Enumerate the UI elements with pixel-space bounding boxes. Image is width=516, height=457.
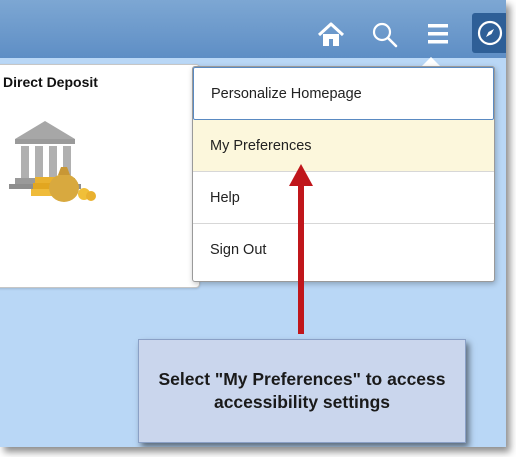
home-icon — [317, 22, 345, 46]
annotation-arrow — [289, 164, 313, 334]
app-window: Direct Deposit Personalize Homepage My P… — [0, 0, 506, 447]
actions-menu-button[interactable] — [424, 20, 454, 50]
actions-dropdown-menu: Personalize Homepage My Preferences Help… — [192, 66, 495, 282]
navbar-button[interactable] — [472, 13, 506, 53]
annotation-callout: Select "My Preferences" to access access… — [138, 339, 466, 443]
home-button[interactable] — [316, 20, 346, 50]
menu-item-personalize-homepage[interactable]: Personalize Homepage — [193, 67, 494, 120]
menu-item-sign-out[interactable]: Sign Out — [193, 224, 494, 276]
menu-icon — [428, 24, 448, 44]
search-button[interactable] — [370, 20, 400, 50]
tile-title: Direct Deposit — [3, 74, 98, 90]
annotation-text: Select "My Preferences" to access access… — [158, 369, 446, 412]
search-icon — [372, 22, 398, 48]
bank-with-money-bag-icon — [9, 121, 96, 202]
navbar-compass-icon — [477, 20, 503, 46]
top-header-bar — [0, 0, 506, 58]
menu-item-my-preferences[interactable]: My Preferences — [193, 120, 494, 172]
menu-item-help[interactable]: Help — [193, 172, 494, 224]
direct-deposit-tile[interactable]: Direct Deposit — [0, 64, 200, 288]
